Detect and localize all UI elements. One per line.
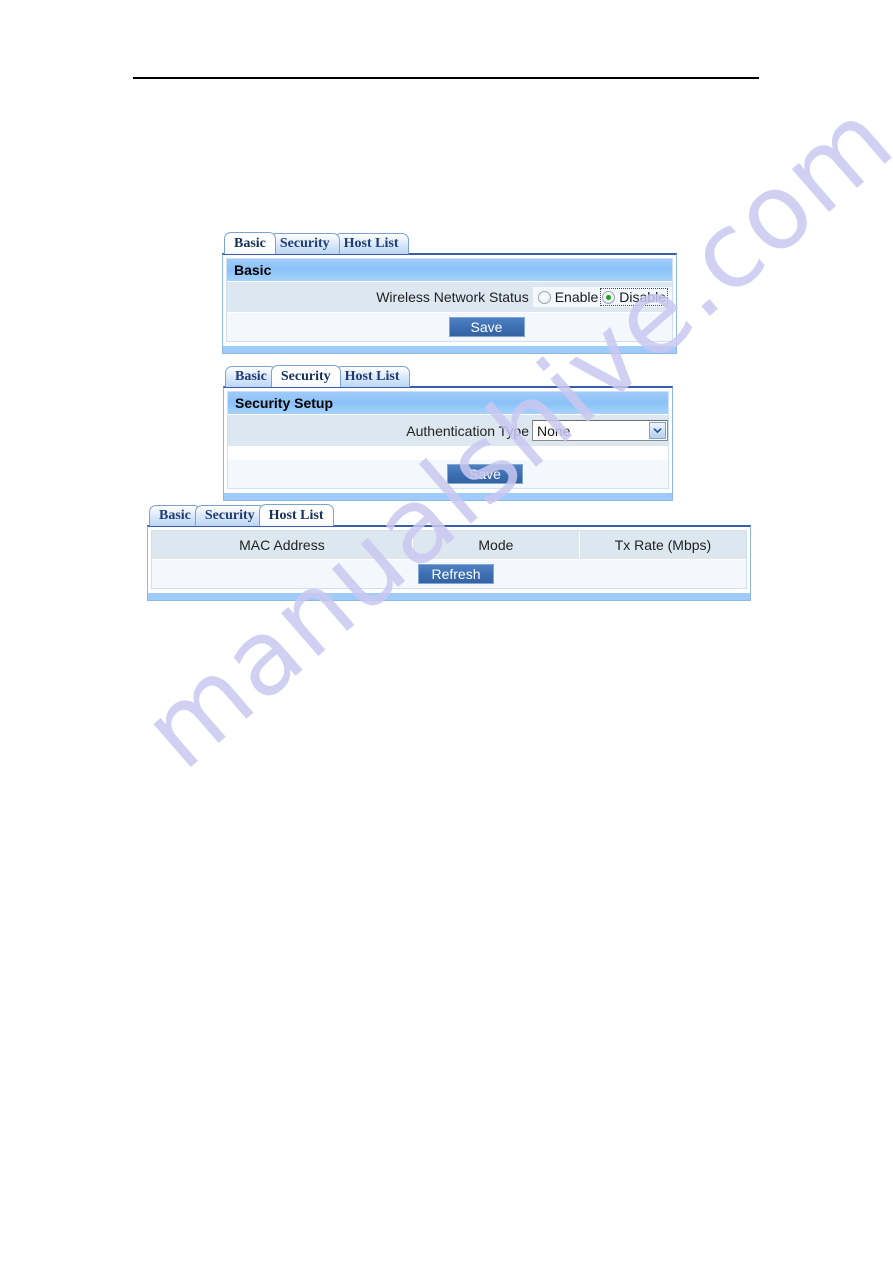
authentication-type-value: None xyxy=(537,422,571,439)
panel-body-security: Security Setup Authentication Type None xyxy=(223,386,673,501)
column-header-tx-rate: Tx Rate (Mbps) xyxy=(579,531,746,560)
column-header-mac-address: MAC Address xyxy=(152,531,413,560)
column-header-mode: Mode xyxy=(412,531,580,560)
tab-host-list[interactable]: Host List xyxy=(258,504,334,526)
panel-footer-basic xyxy=(223,345,676,353)
save-button[interactable]: Save xyxy=(447,464,523,484)
panel-host-list: Basic Security Host List MAC Address Mod… xyxy=(147,503,751,601)
chevron-down-icon[interactable] xyxy=(649,422,666,439)
label-wireless-network-status: Wireless Network Status xyxy=(376,289,529,305)
save-button[interactable]: Save xyxy=(448,317,525,337)
radio-group-wireless-status: Enable Disable xyxy=(532,287,672,307)
table-header-row: MAC Address Mode Tx Rate (Mbps) xyxy=(152,531,746,560)
refresh-button[interactable]: Refresh xyxy=(418,564,494,584)
tab-basic[interactable]: Basic xyxy=(224,232,276,254)
tab-basic[interactable]: Basic xyxy=(149,505,201,526)
tab-security[interactable]: Security xyxy=(270,365,341,387)
radio-option-disable[interactable]: Disable xyxy=(600,288,668,306)
panel-inner-host-list: MAC Address Mode Tx Rate (Mbps) Refresh xyxy=(151,530,747,589)
section-title-security-setup: Security Setup xyxy=(228,392,668,415)
watermark-layer: manualshive.com xyxy=(0,0,893,1263)
panel-body-basic: Basic Wireless Network Status Enable Dis… xyxy=(222,253,677,354)
panel-inner-basic: Basic Wireless Network Status Enable Dis… xyxy=(226,258,673,342)
radio-label-enable: Enable xyxy=(554,289,599,305)
section-title-basic: Basic xyxy=(227,259,672,282)
radio-label-disable: Disable xyxy=(619,289,666,305)
panel-body-host-list: MAC Address Mode Tx Rate (Mbps) Refresh xyxy=(147,525,751,601)
panel-footer-security xyxy=(224,492,672,500)
authentication-type-select[interactable]: None xyxy=(532,420,668,441)
radio-option-enable[interactable]: Enable xyxy=(536,288,601,306)
spacer-row-security xyxy=(228,447,668,460)
label-authentication-type: Authentication Type xyxy=(406,422,529,439)
radio-circle-icon xyxy=(537,290,551,304)
tab-host-list[interactable]: Host List xyxy=(334,366,410,387)
tab-basic[interactable]: Basic xyxy=(225,366,277,387)
panel-footer-host-list xyxy=(148,592,750,600)
button-row-host-list: Refresh xyxy=(152,560,746,588)
tabstrip-security: Basic Security Host List xyxy=(223,364,673,387)
button-row-basic: Save xyxy=(227,313,672,341)
panel-security: Basic Security Host List Security Setup … xyxy=(223,364,673,501)
manual-page: Basic Security Host List Basic Wireless … xyxy=(0,0,893,1263)
button-row-security: Save xyxy=(228,460,668,488)
tab-security[interactable]: Security xyxy=(269,233,340,254)
tab-security[interactable]: Security xyxy=(194,505,265,526)
tabstrip-basic: Basic Security Host List xyxy=(222,231,677,254)
radio-circle-selected-icon xyxy=(602,290,616,304)
panel-basic: Basic Security Host List Basic Wireless … xyxy=(222,231,677,354)
form-row-authentication-type: Authentication Type None xyxy=(228,415,668,447)
page-header-rule xyxy=(133,77,759,79)
form-row-wireless-status: Wireless Network Status Enable Disable xyxy=(227,282,672,313)
tabstrip-host-list: Basic Security Host List xyxy=(147,503,751,526)
host-list-table: MAC Address Mode Tx Rate (Mbps) xyxy=(152,531,746,560)
panel-inner-security: Security Setup Authentication Type None xyxy=(227,391,669,489)
tab-host-list[interactable]: Host List xyxy=(333,233,409,254)
